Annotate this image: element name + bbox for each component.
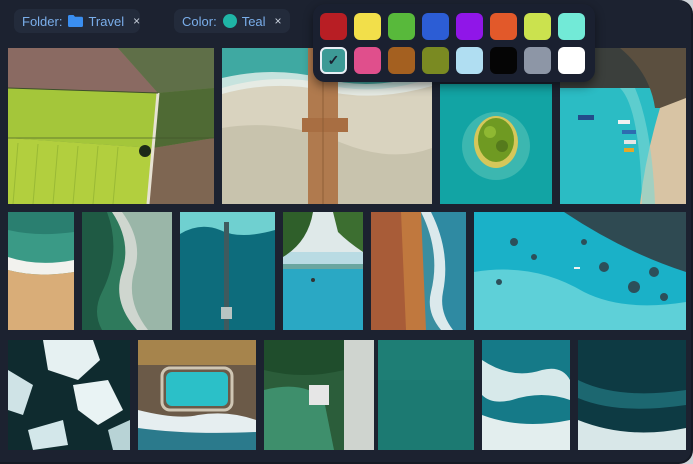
photo-reef-lagoon[interactable] xyxy=(474,212,686,330)
photo-ice-floes[interactable] xyxy=(8,340,130,450)
photo-island[interactable] xyxy=(440,84,552,204)
folder-icon xyxy=(68,15,84,27)
folder-filter-chip[interactable]: Folder: Travel × xyxy=(14,9,140,33)
swatch-teal[interactable]: ✓ xyxy=(320,47,347,74)
swatch-white[interactable] xyxy=(558,47,585,74)
swatch-gray[interactable] xyxy=(524,47,551,74)
color-filter-label: Color: xyxy=(182,13,217,29)
photo-surf-foam[interactable] xyxy=(482,340,570,450)
swatch-green[interactable] xyxy=(388,13,415,40)
photo-forest-road[interactable] xyxy=(264,340,374,450)
swatch-brown[interactable] xyxy=(388,47,415,74)
swatch-purple[interactable] xyxy=(456,13,483,40)
remove-folder-filter-icon[interactable]: × xyxy=(133,14,140,28)
swatch-lime[interactable] xyxy=(524,13,551,40)
photo-red-cliffs[interactable] xyxy=(371,212,466,330)
swatch-light-blue[interactable] xyxy=(456,47,483,74)
swatch-pink[interactable] xyxy=(354,47,381,74)
teal-dot-icon xyxy=(222,14,237,28)
color-filter-value: Teal xyxy=(241,13,266,29)
swatch-blue[interactable] xyxy=(422,13,449,40)
photo-calm-sea[interactable] xyxy=(378,340,474,450)
check-icon: ✓ xyxy=(327,52,340,68)
swatch-aqua[interactable] xyxy=(558,13,585,40)
remove-color-filter-icon[interactable]: × xyxy=(275,14,282,28)
photo-shoreline-sand[interactable] xyxy=(8,212,74,330)
swatch-orange[interactable] xyxy=(490,13,517,40)
photo-jetty[interactable] xyxy=(180,212,275,330)
folder-filter-value: Travel xyxy=(88,13,125,29)
swatch-black[interactable] xyxy=(490,47,517,74)
photo-green-coast[interactable] xyxy=(82,212,172,330)
photo-farm-fields[interactable] xyxy=(8,48,214,204)
swatch-yellow[interactable] xyxy=(354,13,381,40)
swatch-red[interactable] xyxy=(320,13,347,40)
color-palette-popover: ✓ xyxy=(313,4,595,82)
photo-dark-waves[interactable] xyxy=(578,340,686,450)
folder-filter-label: Folder: xyxy=(22,13,63,29)
photo-rock-pool[interactable] xyxy=(138,340,256,450)
color-filter-chip[interactable]: Color: Teal × xyxy=(174,9,290,33)
photo-infinity-pool[interactable] xyxy=(283,212,363,330)
swatch-olive[interactable] xyxy=(422,47,449,74)
gallery-window: Folder: Travel × Color: Teal × ✓ xyxy=(0,0,693,464)
